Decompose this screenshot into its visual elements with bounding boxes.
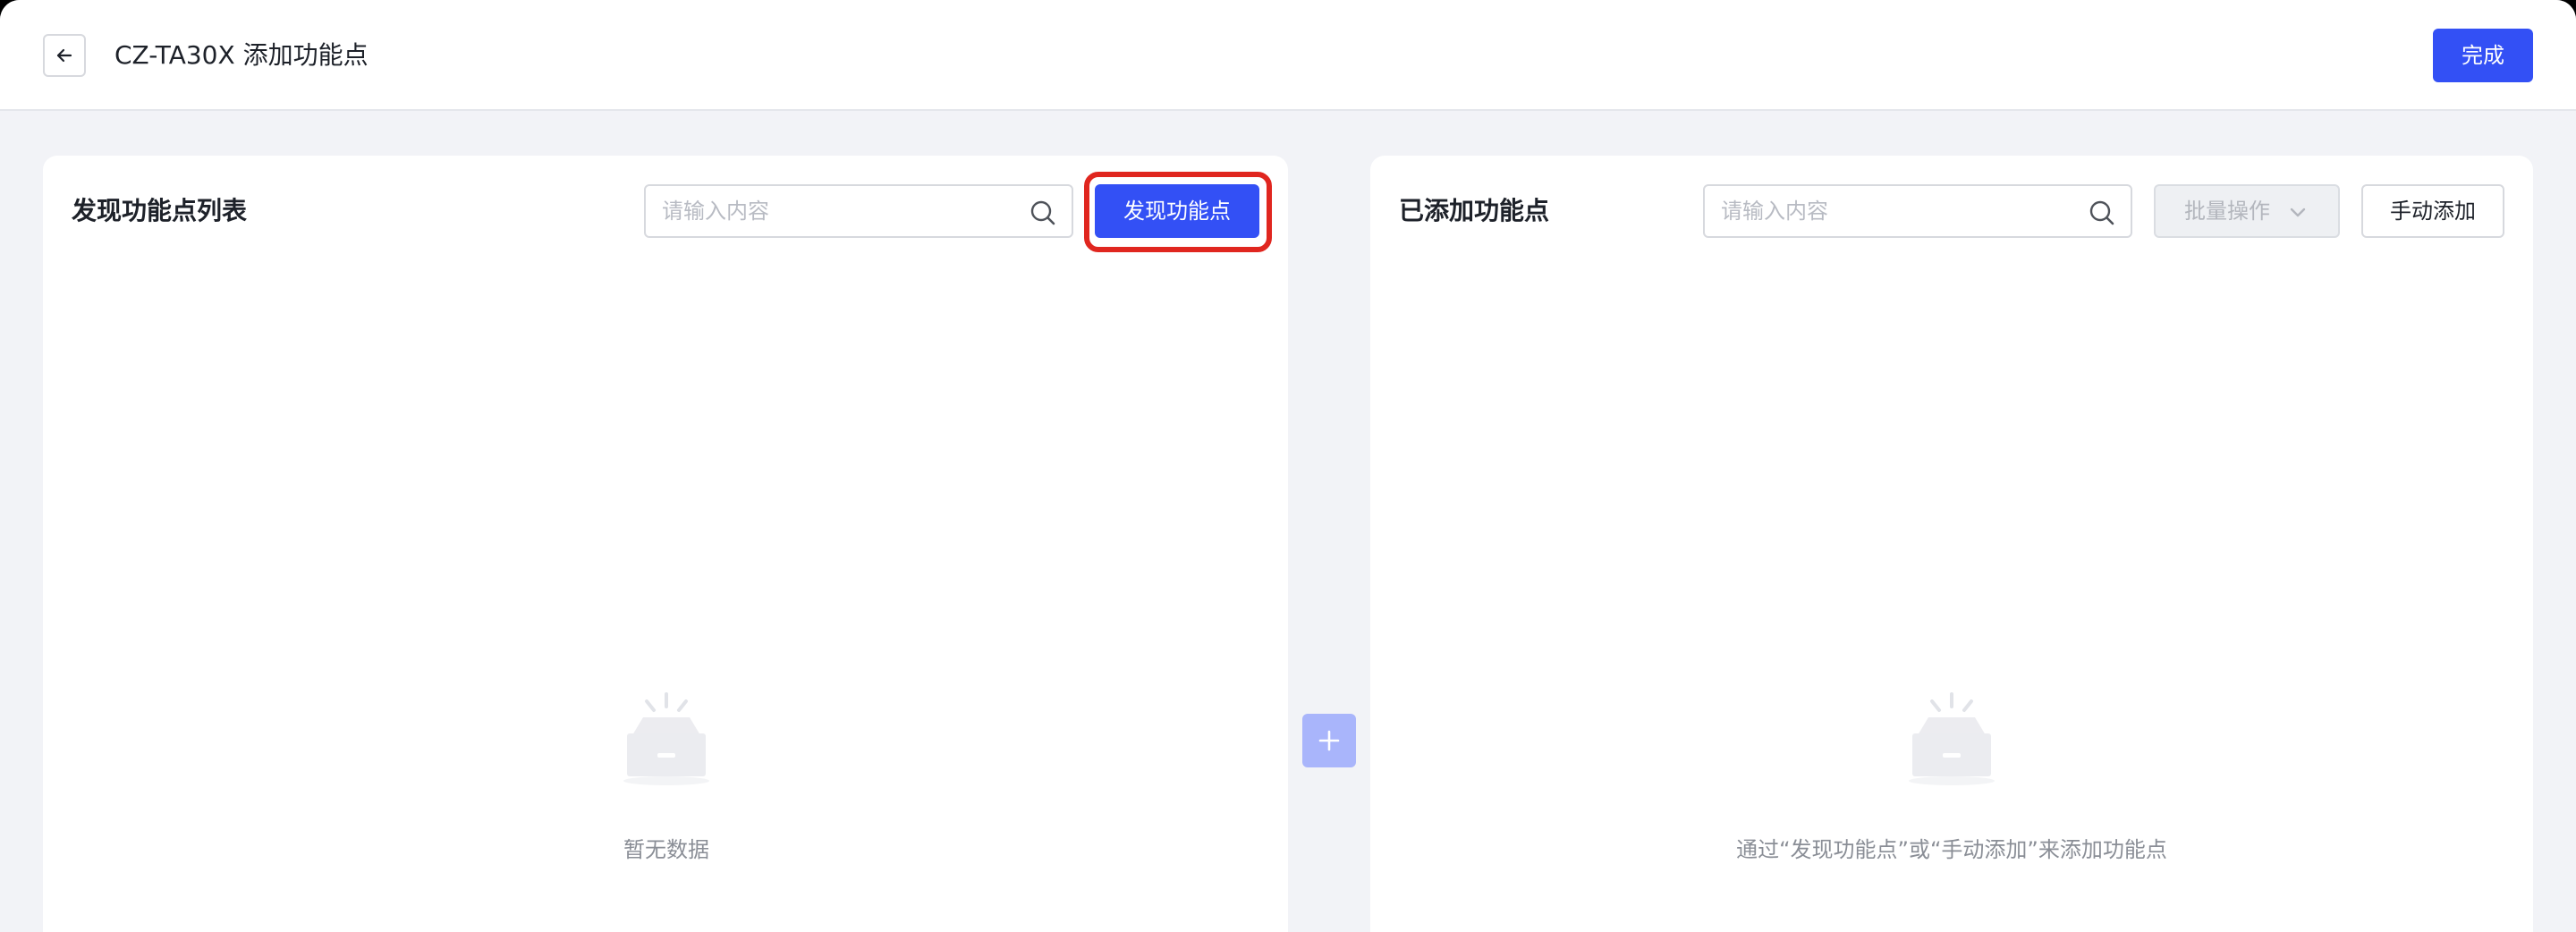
discovered-empty-text: 暂无数据 [623, 837, 709, 862]
added-search-input[interactable] [1721, 186, 2079, 236]
search-icon[interactable] [1029, 199, 1057, 227]
batch-operations-label: 批量操作 [2184, 199, 2270, 224]
page-header: CZ-TA30X 添加功能点 完成 [0, 0, 2576, 111]
page-title: CZ-TA30X 添加功能点 [114, 40, 369, 70]
added-panel-title: 已添加功能点 [1399, 196, 1550, 225]
empty-box-icon [1909, 692, 1995, 785]
discovered-points-panel [43, 156, 1288, 932]
discovered-panel-title: 发现功能点列表 [72, 196, 248, 225]
empty-box-icon [623, 692, 709, 785]
discover-points-button[interactable]: 发现功能点 [1095, 184, 1259, 238]
discovered-search-field[interactable] [644, 184, 1073, 238]
chevron-down-icon [2290, 208, 2306, 217]
added-points-panel [1370, 156, 2533, 932]
manual-add-button[interactable]: 手动添加 [2361, 184, 2504, 238]
add-selected-button[interactable] [1302, 714, 1356, 767]
arrow-left-icon [56, 48, 72, 63]
discovered-search-input[interactable] [662, 186, 1020, 236]
batch-operations-dropdown[interactable]: 批量操作 [2154, 184, 2340, 238]
back-button[interactable] [43, 34, 86, 77]
done-button[interactable]: 完成 [2433, 29, 2533, 82]
plus-icon [1318, 730, 1340, 751]
search-icon[interactable] [2088, 199, 2116, 227]
app-window: CZ-TA30X 添加功能点 完成 发现功能点列表 发现功能点 暂无数据 已添加… [0, 0, 2576, 932]
added-empty-text: 通过“发现功能点”或“手动添加”来添加功能点 [1736, 837, 2167, 862]
added-search-field[interactable] [1703, 184, 2132, 238]
